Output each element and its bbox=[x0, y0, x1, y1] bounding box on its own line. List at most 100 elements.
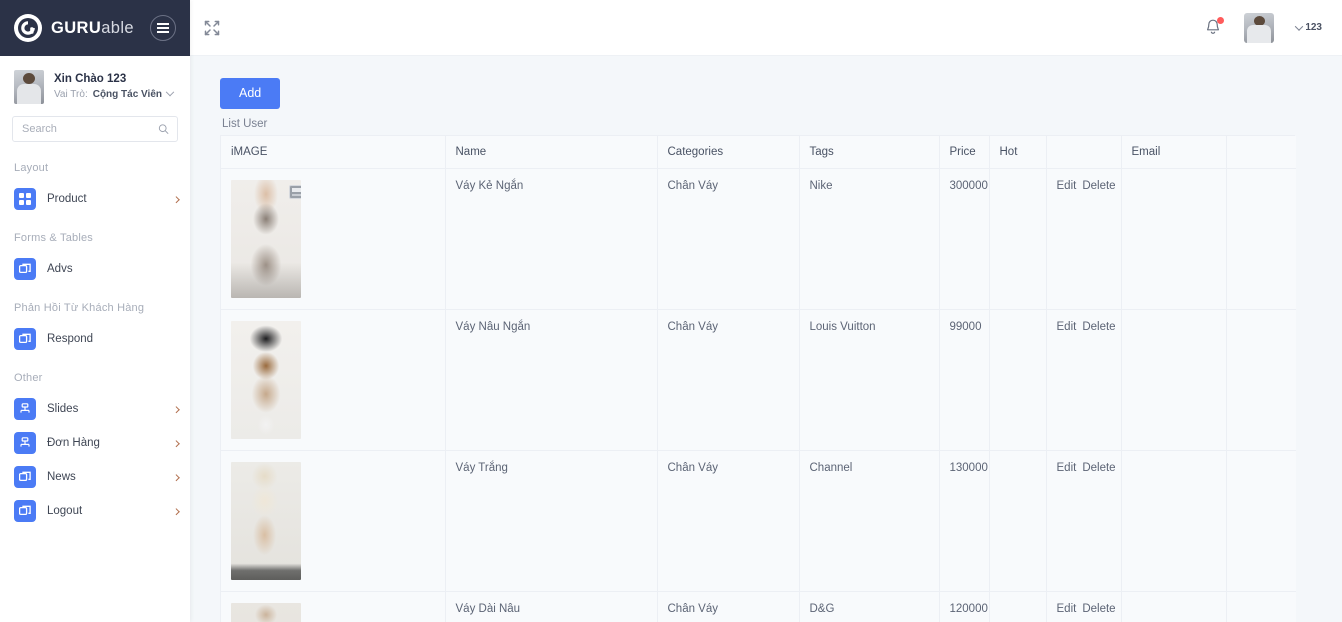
brand-header: GURUable bbox=[0, 0, 190, 56]
column-header-price[interactable]: Price bbox=[939, 135, 990, 169]
cell-image bbox=[221, 309, 446, 451]
sidebar-item-slides[interactable]: Slides bbox=[0, 392, 190, 426]
cell-price: 130000 bbox=[939, 450, 990, 592]
cell-hot bbox=[989, 309, 1047, 451]
cell-email bbox=[1121, 450, 1227, 592]
sidebar-item-label: Advs bbox=[47, 263, 73, 275]
grid-icon bbox=[14, 188, 36, 210]
column-header-extra bbox=[1226, 135, 1296, 169]
windows-icon bbox=[14, 500, 36, 522]
cell-image bbox=[221, 450, 446, 592]
cell-hot bbox=[989, 591, 1047, 622]
sidebar: GURUable Xin Chào 123 Vai Trò: Cộng Tác … bbox=[0, 0, 190, 622]
windows-icon bbox=[14, 328, 36, 350]
cell-email bbox=[1121, 591, 1227, 622]
delete-link[interactable]: Delete bbox=[1082, 603, 1115, 615]
sidebar-item-don-hang[interactable]: Đơn Hàng bbox=[0, 426, 190, 460]
cell-categories: Chân Váy bbox=[657, 309, 800, 451]
product-thumbnail[interactable] bbox=[231, 461, 301, 580]
column-header-email[interactable]: Email bbox=[1121, 135, 1227, 169]
sidebar-user-greeting: Xin Chào 123 bbox=[54, 73, 127, 86]
sidebar-item-label: News bbox=[47, 471, 76, 483]
cell-name: Váy Trắng bbox=[445, 450, 658, 592]
user-table-container: iMAGE Name Categories Tags Price Hot Ema… bbox=[220, 134, 1296, 622]
column-header-name[interactable]: Name bbox=[445, 135, 658, 169]
table-row: Váy Dài Nâu Chân Váy D&G 120000 Edit Dele… bbox=[221, 591, 1296, 622]
notification-dot bbox=[1217, 16, 1225, 24]
page-content: Add List User iMAGE Name Categories Tags… bbox=[190, 56, 1342, 622]
avatar bbox=[14, 70, 44, 104]
edit-link[interactable]: Edit bbox=[1057, 321, 1077, 333]
sidebar-item-advs[interactable]: Advs bbox=[0, 252, 190, 286]
table-row: Váy Trắng Chân Váy Channel 130000 Edit De… bbox=[221, 450, 1296, 592]
cell-tags: Louis Vuitton bbox=[799, 309, 940, 451]
brand-title-bold: GURU bbox=[51, 18, 102, 37]
column-header-categories[interactable]: Categories bbox=[657, 135, 800, 169]
table-header-row: iMAGE Name Categories Tags Price Hot Ema… bbox=[221, 135, 1296, 169]
user-menu[interactable]: 123 bbox=[1295, 21, 1322, 33]
windows-icon bbox=[14, 258, 36, 280]
topbar: 123 bbox=[190, 0, 1342, 56]
cell-image bbox=[221, 168, 446, 310]
delete-link[interactable]: Delete bbox=[1082, 180, 1115, 192]
product-thumbnail[interactable] bbox=[231, 179, 301, 298]
hamburger-menu-icon[interactable] bbox=[150, 15, 176, 41]
cell-actions: Edit Delete bbox=[1046, 309, 1122, 451]
sidebar-section-title-other: Other bbox=[14, 372, 43, 384]
sidebar-item-label: Slides bbox=[47, 403, 79, 415]
table-head: iMAGE Name Categories Tags Price Hot Ema… bbox=[221, 135, 1296, 169]
guru-circle-logo-icon bbox=[14, 14, 42, 42]
cell-hot bbox=[989, 450, 1047, 592]
edit-link[interactable]: Edit bbox=[1057, 462, 1077, 474]
cell-tags: Nike bbox=[799, 168, 940, 310]
cell-tags: D&G bbox=[799, 591, 940, 622]
cell-actions: Edit Delete bbox=[1046, 168, 1122, 310]
cell-actions: Edit Delete bbox=[1046, 450, 1122, 592]
sidebar-item-label: Logout bbox=[47, 505, 83, 517]
sidebar-item-news[interactable]: News bbox=[0, 460, 190, 494]
chevron-right-icon bbox=[172, 474, 180, 482]
delete-link[interactable]: Delete bbox=[1082, 321, 1115, 333]
sidebar-item-label: Đơn Hàng bbox=[47, 437, 100, 449]
cell-categories: Chân Váy bbox=[657, 168, 800, 310]
sidebar-item-product[interactable]: Product bbox=[0, 182, 190, 216]
add-button[interactable]: Add bbox=[220, 78, 281, 109]
column-header-image[interactable]: iMAGE bbox=[221, 135, 446, 169]
sidebar-section-title-feedback: Phản Hồi Từ Khách Hàng bbox=[14, 302, 145, 314]
sidebar-item-logout[interactable]: Logout bbox=[0, 494, 190, 528]
edit-link[interactable]: Edit bbox=[1057, 603, 1077, 615]
list-caption: List User bbox=[222, 117, 268, 130]
sidebar-section-title-layout: Layout bbox=[14, 162, 49, 174]
sidebar-item-respond[interactable]: Respond bbox=[0, 322, 190, 356]
sidebar-item-label: Respond bbox=[47, 333, 94, 345]
edit-link[interactable]: Edit bbox=[1057, 180, 1077, 192]
sidebar-user-box: Xin Chào 123 Vai Trò: Cộng Tác Viên bbox=[0, 56, 190, 116]
chevron-right-icon bbox=[172, 406, 180, 414]
delete-link[interactable]: Delete bbox=[1082, 462, 1115, 474]
sidebar-user-role-label: Vai Trò: bbox=[54, 89, 88, 100]
chevron-right-icon bbox=[172, 508, 180, 516]
sidebar-section-title-forms: Forms & Tables bbox=[14, 232, 94, 244]
chevron-right-icon bbox=[172, 196, 180, 204]
chevron-down-icon bbox=[165, 87, 175, 97]
column-header-hot[interactable]: Hot bbox=[989, 135, 1047, 169]
table-body: Váy Kẻ Ngắn Chân Váy Nike 300000 Edit Del… bbox=[221, 168, 1296, 622]
product-thumbnail[interactable] bbox=[231, 320, 301, 439]
notification-bell[interactable] bbox=[1204, 16, 1225, 38]
windows-icon bbox=[14, 466, 36, 488]
cell-price: 120000 bbox=[939, 591, 990, 622]
brand-title: GURUable bbox=[51, 19, 134, 38]
sitemap-icon bbox=[14, 432, 36, 454]
brand-title-light: able bbox=[101, 18, 134, 37]
avatar[interactable] bbox=[1244, 12, 1275, 43]
expand-arrows-icon[interactable] bbox=[204, 20, 220, 36]
cell-name: Váy Dài Nâu bbox=[445, 591, 658, 622]
sidebar-user-role[interactable]: Vai Trò: Cộng Tác Viên bbox=[54, 87, 175, 102]
sidebar-user-role-value: Cộng Tác Viên bbox=[92, 89, 162, 100]
search-input[interactable] bbox=[13, 117, 177, 141]
cell-categories: Chân Váy bbox=[657, 450, 800, 592]
column-header-tags[interactable]: Tags bbox=[799, 135, 940, 169]
product-thumbnail[interactable] bbox=[231, 602, 301, 622]
search-box[interactable] bbox=[12, 116, 178, 142]
cell-extra bbox=[1226, 168, 1296, 310]
